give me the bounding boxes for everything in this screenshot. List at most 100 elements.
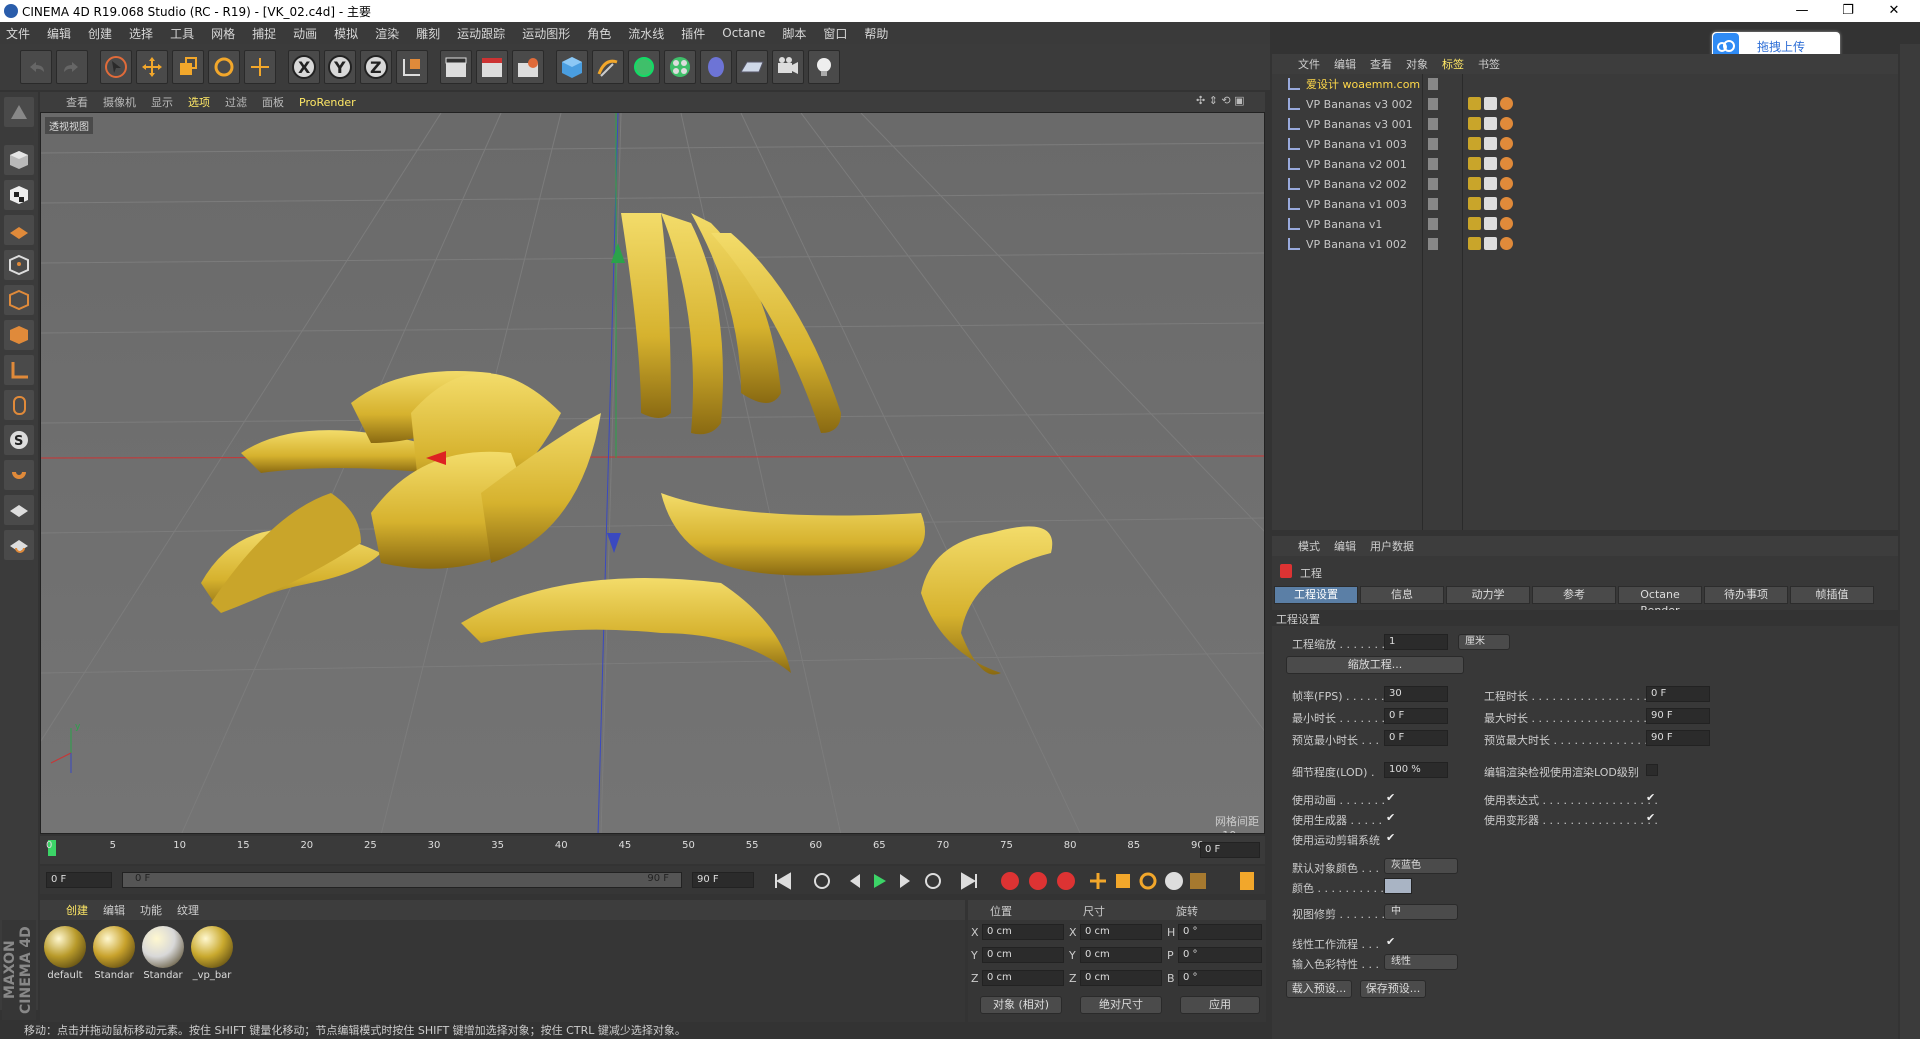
object-menu-file[interactable]: 文件 (1298, 56, 1320, 72)
scale-project-button[interactable]: 缩放工程... (1286, 656, 1464, 674)
visibility-toggle[interactable] (1428, 78, 1438, 90)
object-row[interactable]: VP Banana v1 003 (1272, 194, 1898, 214)
rotation-p-field[interactable]: 0 ° (1178, 947, 1262, 963)
render-lod-checkbox[interactable] (1646, 764, 1658, 776)
coordinate-mode-dropdown[interactable]: 对象 (相对) (980, 996, 1062, 1014)
menu-pipeline[interactable]: 流水线 (628, 25, 664, 42)
default-color-dropdown[interactable]: 灰蓝色 (1384, 858, 1458, 874)
add-light-button[interactable] (808, 50, 840, 84)
max-time-field[interactable]: 90 F (1646, 708, 1710, 724)
menu-motion-tracking[interactable]: 运动跟踪 (457, 25, 505, 42)
material-slot[interactable]: Standar (140, 926, 186, 981)
viewport-menu-display[interactable]: 显示 (151, 94, 173, 110)
tab-project-settings[interactable]: 工程设置 (1274, 586, 1358, 604)
texture-tag-icon[interactable] (1484, 177, 1497, 190)
phong-tag-icon[interactable] (1500, 197, 1513, 210)
texture-tag-icon[interactable] (1484, 217, 1497, 230)
edges-mode-button[interactable] (4, 285, 34, 315)
material-menu-texture[interactable]: 纹理 (177, 902, 199, 918)
phong-tag-icon[interactable] (1500, 177, 1513, 190)
object-menu-bookmarks[interactable]: 书签 (1478, 56, 1500, 72)
y-axis-lock-button[interactable]: Y (324, 50, 356, 84)
select-tool-button[interactable] (100, 50, 132, 84)
object-menu-objects[interactable]: 对象 (1406, 56, 1428, 72)
texture-tag-icon[interactable] (1484, 197, 1497, 210)
menu-create[interactable]: 创建 (88, 25, 112, 42)
position-x-field[interactable]: 0 cm (982, 924, 1064, 940)
current-frame-field[interactable]: 0 F (1200, 842, 1260, 858)
attr-menu-edit[interactable]: 编辑 (1334, 538, 1356, 554)
x-axis-lock-button[interactable]: X (288, 50, 320, 84)
material-tag-icon[interactable] (1468, 217, 1481, 230)
grid-snap-button[interactable] (4, 530, 34, 560)
fps-field[interactable]: 30 (1384, 686, 1448, 702)
render-picture-viewer-button[interactable] (476, 50, 508, 84)
polygons-mode-button[interactable] (4, 320, 34, 350)
texture-mode-button[interactable] (4, 180, 34, 210)
phong-tag-icon[interactable] (1500, 117, 1513, 130)
render-settings-button[interactable] (512, 50, 544, 84)
menu-file[interactable]: 文件 (6, 25, 30, 42)
workplane-mode-button[interactable] (4, 215, 34, 245)
color-swatch[interactable] (1384, 878, 1412, 894)
perspective-viewport[interactable]: y 透视视图 网格间距 : 10 cm (40, 112, 1265, 834)
object-menu-view[interactable]: 查看 (1370, 56, 1392, 72)
tab-octane-render[interactable]: Octane Render (1618, 586, 1702, 617)
viewport-menu-filter[interactable]: 过滤 (225, 94, 247, 110)
points-mode-button[interactable] (4, 250, 34, 280)
add-cube-button[interactable] (556, 50, 588, 84)
material-slot[interactable]: Standar (91, 926, 137, 981)
material-tag-icon[interactable] (1468, 197, 1481, 210)
object-row[interactable]: 爱设计 woaemm.com (1272, 74, 1898, 94)
menu-animate[interactable]: 动画 (293, 25, 317, 42)
menu-simulate[interactable]: 模拟 (334, 25, 358, 42)
lod-field[interactable]: 100 % (1384, 762, 1448, 778)
use-expressions-checkbox[interactable]: ✔ (1646, 792, 1658, 804)
live-select-button[interactable] (244, 50, 276, 84)
attr-menu-mode[interactable]: 模式 (1298, 538, 1320, 554)
menu-mograph[interactable]: 运动图形 (522, 25, 570, 42)
end-frame-field[interactable]: 90 F (692, 872, 754, 888)
phong-tag-icon[interactable] (1500, 137, 1513, 150)
min-time-field[interactable]: 0 F (1384, 708, 1448, 724)
viewport-menu-prorender[interactable]: ProRender (299, 96, 356, 109)
material-slot[interactable]: _vp_bar (189, 926, 235, 981)
tab-todo[interactable]: 待办事项 (1704, 586, 1788, 604)
coordinate-system-button[interactable] (396, 50, 428, 84)
phong-tag-icon[interactable] (1500, 217, 1513, 230)
menu-tools[interactable]: 工具 (170, 25, 194, 42)
position-z-field[interactable]: 0 cm (982, 970, 1064, 986)
start-frame-field[interactable]: 0 F (46, 872, 112, 888)
menu-snap[interactable]: 捕捉 (252, 25, 276, 42)
size-z-field[interactable]: 0 cm (1080, 970, 1162, 986)
axis-mode-button[interactable] (4, 355, 34, 385)
linear-workflow-checkbox[interactable]: ✔ (1386, 936, 1398, 948)
viewport-menu-view[interactable]: 查看 (66, 94, 88, 110)
material-tag-icon[interactable] (1468, 97, 1481, 110)
load-preset-button[interactable]: 载入预设... (1286, 980, 1352, 998)
visibility-toggle[interactable] (1428, 238, 1438, 250)
material-slot[interactable]: default (42, 926, 88, 981)
z-axis-lock-button[interactable]: Z (360, 50, 392, 84)
add-camera-button[interactable] (772, 50, 804, 84)
visibility-toggle[interactable] (1428, 198, 1438, 210)
object-menu-tags[interactable]: 标签 (1442, 56, 1464, 72)
add-floor-button[interactable] (736, 50, 768, 84)
menu-window[interactable]: 窗口 (823, 25, 847, 42)
phong-tag-icon[interactable] (1500, 237, 1513, 250)
project-scale-field[interactable]: 1 (1384, 634, 1448, 650)
attr-menu-userdata[interactable]: 用户数据 (1370, 538, 1414, 554)
view-clipping-dropdown[interactable]: 中 (1384, 904, 1458, 920)
menu-octane[interactable]: Octane (722, 26, 765, 40)
tweak-mode-button[interactable] (4, 390, 34, 420)
use-generators-checkbox[interactable]: ✔ (1386, 812, 1398, 824)
menu-character[interactable]: 角色 (587, 25, 611, 42)
menu-edit[interactable]: 编辑 (47, 25, 71, 42)
texture-tag-icon[interactable] (1484, 97, 1497, 110)
material-tag-icon[interactable] (1468, 137, 1481, 150)
menu-select[interactable]: 选择 (129, 25, 153, 42)
material-menu-function[interactable]: 功能 (140, 902, 162, 918)
texture-tag-icon[interactable] (1484, 157, 1497, 170)
viewport-menu-camera[interactable]: 摄像机 (103, 94, 136, 110)
rotation-b-field[interactable]: 0 ° (1178, 970, 1262, 986)
